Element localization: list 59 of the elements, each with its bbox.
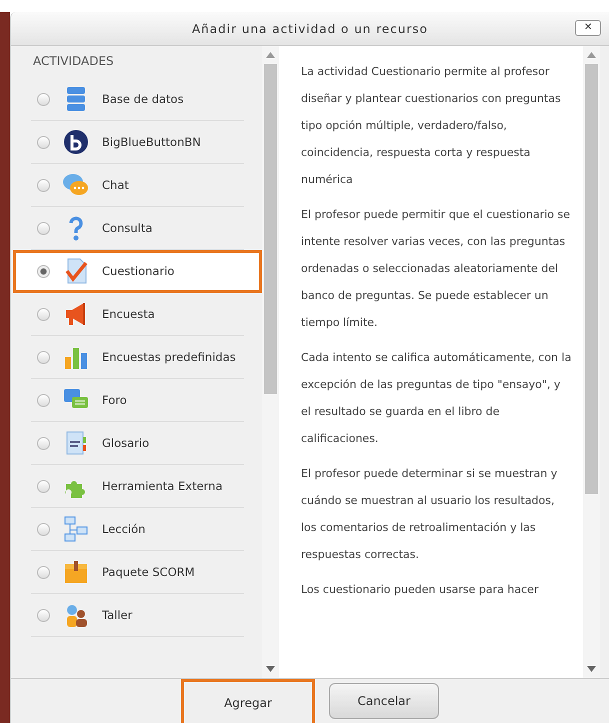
activity-item[interactable]: Glosario — [31, 422, 244, 465]
radio-button[interactable] — [37, 608, 50, 622]
scroll-up-icon[interactable] — [587, 52, 596, 58]
activity-label: Chat — [102, 177, 129, 194]
description-paragraph: Los cuestionario pueden usarse para hacer — [301, 582, 540, 598]
radio-button[interactable] — [37, 308, 50, 320]
radio-button[interactable] — [37, 136, 50, 148]
radio-button[interactable] — [37, 92, 50, 106]
close-button[interactable]: ✕ — [575, 20, 601, 36]
description-paragraph: El profesor puede determinar si se muestran y cuándo se muestran al usuario los resultados, los comentarios de retroalimentación y las respuestas correctas. — [301, 466, 558, 563]
activity-item[interactable]: Encuesta — [31, 293, 244, 336]
radio-button[interactable] — [37, 178, 50, 192]
scrollbar[interactable] — [583, 46, 600, 678]
radio-button[interactable] — [37, 566, 50, 578]
activity-item[interactable]: Lección — [31, 508, 244, 551]
activity-label: Glosario — [102, 435, 150, 452]
scroll-up-icon[interactable] — [266, 52, 275, 58]
description-paragraph: La actividad Cuestionario permite al profesor diseñar y plantear cuestionarios con preguntas tipo opción múltiple, verdadero/falso, coincidencia, respuesta corta y respuesta numérica — [301, 64, 562, 188]
scrollbar[interactable] — [262, 46, 279, 678]
flowchart-icon — [62, 515, 90, 543]
activity-item[interactable]: Foro — [31, 379, 244, 422]
cancel-button[interactable]: Cancelar — [329, 683, 439, 719]
activity-item[interactable]: Encuestas predefinidas — [31, 336, 244, 379]
activity-item[interactable]: Taller — [31, 594, 244, 637]
activity-item[interactable]: Cuestionario — [13, 250, 262, 293]
radio-button[interactable] — [37, 480, 50, 492]
section-heading: ACTIVIDADES — [32, 54, 115, 70]
radio-button[interactable] — [37, 222, 50, 234]
activity-label: Paquete SCORM — [102, 564, 195, 581]
scrollbar-thumb[interactable] — [264, 64, 277, 394]
activity-label: Cuestionario — [102, 263, 174, 280]
scrollbar-thumb[interactable] — [585, 64, 598, 494]
activity-label: Consulta — [102, 220, 152, 237]
activity-item[interactable]: Chat — [31, 164, 244, 207]
activity-label: Base de datos — [102, 91, 184, 108]
activity-label: Taller — [102, 607, 132, 624]
activity-item[interactable]: Herramienta Externa — [31, 465, 244, 508]
activity-item[interactable]: BigBlueButtonBN — [31, 121, 244, 164]
description-paragraph: Cada intento se califica automáticamente, con la excepción de las preguntas de tipo "ensayo", y el resultado se guarda en el libro de calificaciones. — [301, 350, 572, 447]
package-box-icon — [62, 558, 90, 586]
dialog-title: Añadir una actividad o un recurso — [192, 22, 428, 36]
radio-button[interactable] — [37, 394, 50, 406]
description-paragraph: El profesor puede permitir que el cuestionario se intente resolver varias veces, con las preguntas ordenadas o seleccionadas aleatoriamente del banco de preguntas. Se puede establecer un tiempo límite. — [301, 207, 571, 331]
activity-label: Foro — [102, 392, 127, 409]
activity-item[interactable]: Base de datos — [31, 78, 244, 121]
activity-label: Lección — [102, 521, 146, 538]
radio-button[interactable] — [37, 264, 50, 278]
activity-label: BigBlueButtonBN — [102, 134, 201, 151]
circle-logo-icon — [62, 128, 90, 156]
activity-item[interactable]: Paquete SCORM — [31, 551, 244, 594]
add-button[interactable]: Agregar — [181, 679, 315, 723]
radio-button[interactable] — [37, 522, 50, 536]
radio-button[interactable] — [37, 436, 50, 450]
scroll-down-icon[interactable] — [266, 666, 275, 672]
radio-button[interactable] — [37, 350, 50, 364]
activity-label: Herramienta Externa — [102, 478, 223, 495]
scroll-down-icon[interactable] — [587, 666, 596, 672]
activity-label: Encuestas predefinidas — [102, 349, 236, 366]
activity-label: Encuesta — [102, 306, 155, 323]
